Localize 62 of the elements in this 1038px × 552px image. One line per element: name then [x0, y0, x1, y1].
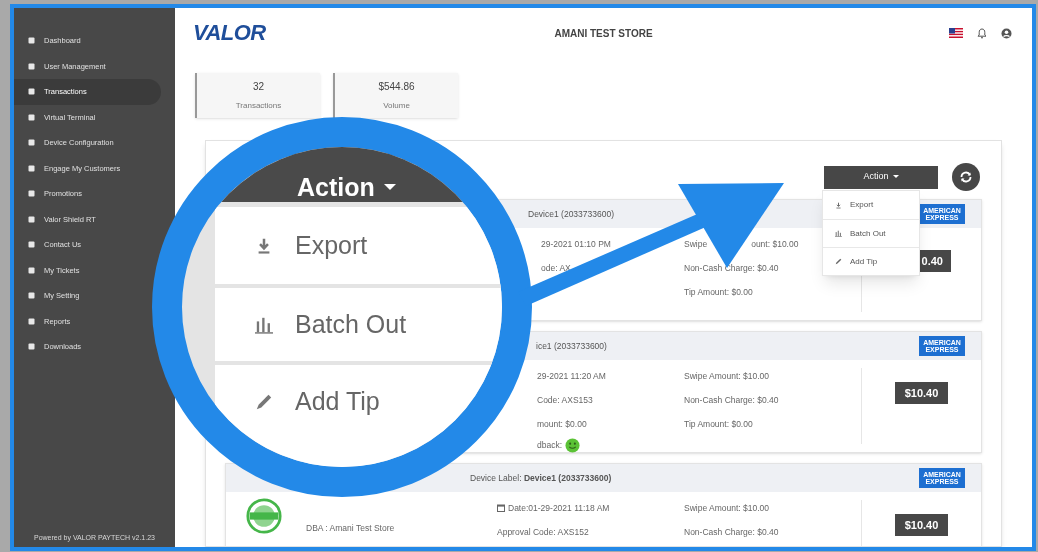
- detail-text: Swipe: [684, 238, 708, 251]
- detail-text: Swipe Amount: $10.00: [684, 502, 770, 515]
- square-icon: [28, 215, 35, 223]
- square-icon: [28, 88, 35, 96]
- detail-text: Approval Code: AXS152: [497, 525, 589, 539]
- detail-text: Swipe Amount: $10.00: [684, 370, 770, 383]
- magnified-menu-item[interactable]: Add Tip: [215, 361, 502, 438]
- square-icon: [28, 62, 35, 70]
- caret-icon: [382, 183, 397, 192]
- calendar-icon: [497, 504, 505, 513]
- user-icon[interactable]: [1001, 27, 1012, 39]
- square-icon: [28, 241, 35, 249]
- detail-text: Date:01-29-2021 11:18 AM: [508, 502, 610, 515]
- detail-text: ount: $10.00: [751, 238, 799, 251]
- device-label: Device1 (2033733600): [528, 207, 614, 221]
- download-icon: [835, 201, 842, 209]
- smiley-icon: [565, 438, 581, 454]
- menu-item[interactable]: Batch Out: [823, 219, 919, 247]
- magnified-menu-item[interactable]: Export: [215, 207, 502, 284]
- square-icon: [28, 139, 35, 147]
- menu-item[interactable]: Add Tip: [823, 247, 919, 275]
- square-icon: [28, 164, 35, 172]
- square-icon: [28, 343, 35, 351]
- magnified-action-button[interactable]: Action: [297, 169, 397, 207]
- store-name: AMANI TEST STORE: [554, 26, 653, 41]
- square-icon: [28, 292, 35, 300]
- detail-text: 29-2021 01:10 PM: [541, 238, 611, 251]
- device-label: ice1 (2033733600): [536, 339, 607, 353]
- amount-badge: $10.40: [894, 514, 949, 536]
- bell-icon[interactable]: [977, 27, 987, 39]
- stat-label: Transactions: [235, 100, 282, 112]
- device-label: Device Label: Device1 (2033733600): [470, 471, 612, 485]
- square-icon: [28, 317, 35, 325]
- stat-value: $544.86: [378, 80, 415, 94]
- detail-text: Tip Amount: $0.00: [684, 417, 753, 431]
- stat-value: 32: [252, 80, 265, 94]
- detail-text: mount: $0.00: [537, 417, 587, 431]
- detail-text: Code: AXS153: [537, 393, 593, 407]
- square-icon: [28, 37, 35, 45]
- detail-text: Non-Cash Charge: $0.40: [684, 261, 779, 275]
- menu-item[interactable]: Export: [823, 191, 919, 219]
- square-icon: [28, 113, 35, 121]
- caret-icon: [892, 175, 899, 179]
- amount-badge: $10.40: [894, 382, 949, 404]
- detail-text: Non-Cash Charge: $0.40: [684, 393, 779, 407]
- stat-label: Volume: [383, 100, 410, 112]
- refresh-button[interactable]: [952, 163, 980, 191]
- refresh-icon: [959, 170, 973, 184]
- square-icon: [28, 190, 35, 198]
- us-flag-icon[interactable]: [949, 28, 963, 38]
- pencil-icon: [255, 392, 273, 411]
- detail-text: Non-Cash Charge: $0.40: [684, 525, 779, 539]
- detail-text: DBA : Amani Test Store: [306, 522, 395, 535]
- square-icon: [28, 266, 35, 274]
- pencil-icon: [835, 258, 842, 265]
- detail-text: dback:: [537, 439, 563, 453]
- logo: VALOR: [193, 22, 266, 44]
- action-button[interactable]: Action: [824, 165, 938, 189]
- bars-icon: [255, 315, 273, 334]
- detail-text: Tip Amount: $0.00: [684, 285, 753, 299]
- bars-icon: [835, 230, 842, 237]
- detail-text: 29-2021 11:20 AM: [537, 370, 606, 383]
